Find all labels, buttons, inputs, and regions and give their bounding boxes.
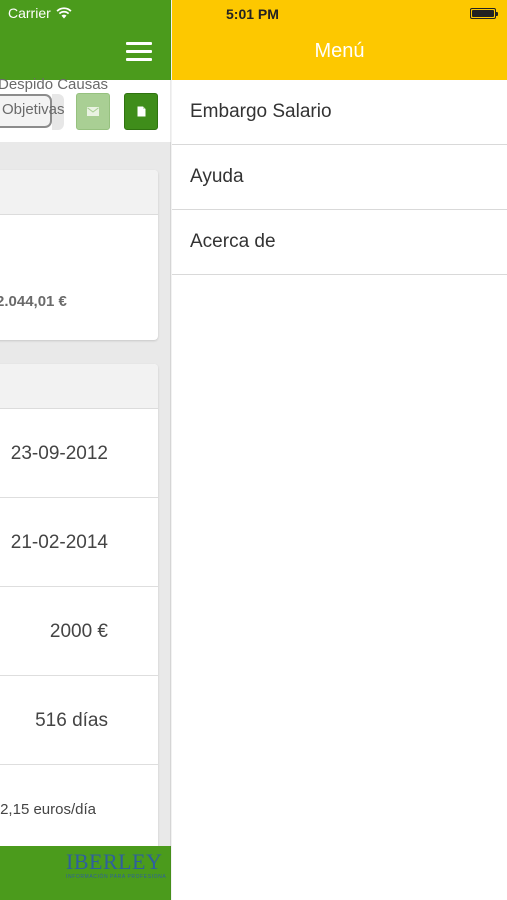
result-card-header <box>0 170 158 215</box>
menu-item-label: Embargo Salario <box>190 101 332 122</box>
document-icon <box>137 106 145 117</box>
menu-item-ayuda[interactable]: Ayuda <box>172 145 507 210</box>
carrier-label: Carrier <box>8 5 51 21</box>
menu-list: Embargo Salario Ayuda Acerca de <box>172 80 507 275</box>
result-amount: 2.044,01 € <box>0 293 67 310</box>
detail-value: 2000 € <box>49 621 108 642</box>
result-line-1: Despido Causas <box>0 76 109 93</box>
detail-value: 21-02-2014 <box>10 532 108 553</box>
detail-value: 72,15 euros/día <box>0 801 96 818</box>
logo-wordmark: IBERLEY <box>66 851 163 874</box>
battery-icon <box>470 8 498 19</box>
result-line-2: Objetivas <box>2 101 65 118</box>
result-description: Despido Causas Objetivas <box>0 72 122 122</box>
side-menu-panel: 5:01 PM Menú Embargo Salario Ayuda Acerc… <box>172 0 507 900</box>
status-carrier: Carrier <box>8 5 72 21</box>
status-time: 5:01 PM <box>226 6 279 22</box>
iberley-logo: IBERLEY INFORMACIÓN PARA PROFESIONALES <box>66 851 166 885</box>
detail-row[interactable]: 21-02-2014 <box>0 498 158 587</box>
detail-value: 516 días <box>35 710 108 731</box>
detail-value: 23-09-2012 <box>10 443 108 464</box>
result-card <box>0 170 158 340</box>
menu-item-acerca-de[interactable]: Acerca de <box>172 210 507 275</box>
menu-item-embargo-salario[interactable]: Embargo Salario <box>172 80 507 145</box>
detail-row[interactable]: 23-09-2012 <box>0 409 158 498</box>
details-card-header <box>0 364 158 409</box>
wifi-icon <box>56 7 72 19</box>
hamburger-menu-icon[interactable] <box>126 42 152 62</box>
detail-row[interactable]: 72,15 euros/día <box>0 765 158 845</box>
background-app-panel: Carrier Despido Causas Objetivas 2.044,0… <box>0 0 171 900</box>
menu-title: Menú <box>314 40 365 62</box>
document-button[interactable] <box>124 93 158 130</box>
menu-item-label: Ayuda <box>190 166 244 187</box>
detail-row[interactable]: 2000 € <box>0 587 158 676</box>
detail-row[interactable]: 516 días <box>0 676 158 765</box>
logo-tagline: INFORMACIÓN PARA PROFESIONALES <box>66 874 166 880</box>
menu-item-label: Acerca de <box>190 231 276 252</box>
